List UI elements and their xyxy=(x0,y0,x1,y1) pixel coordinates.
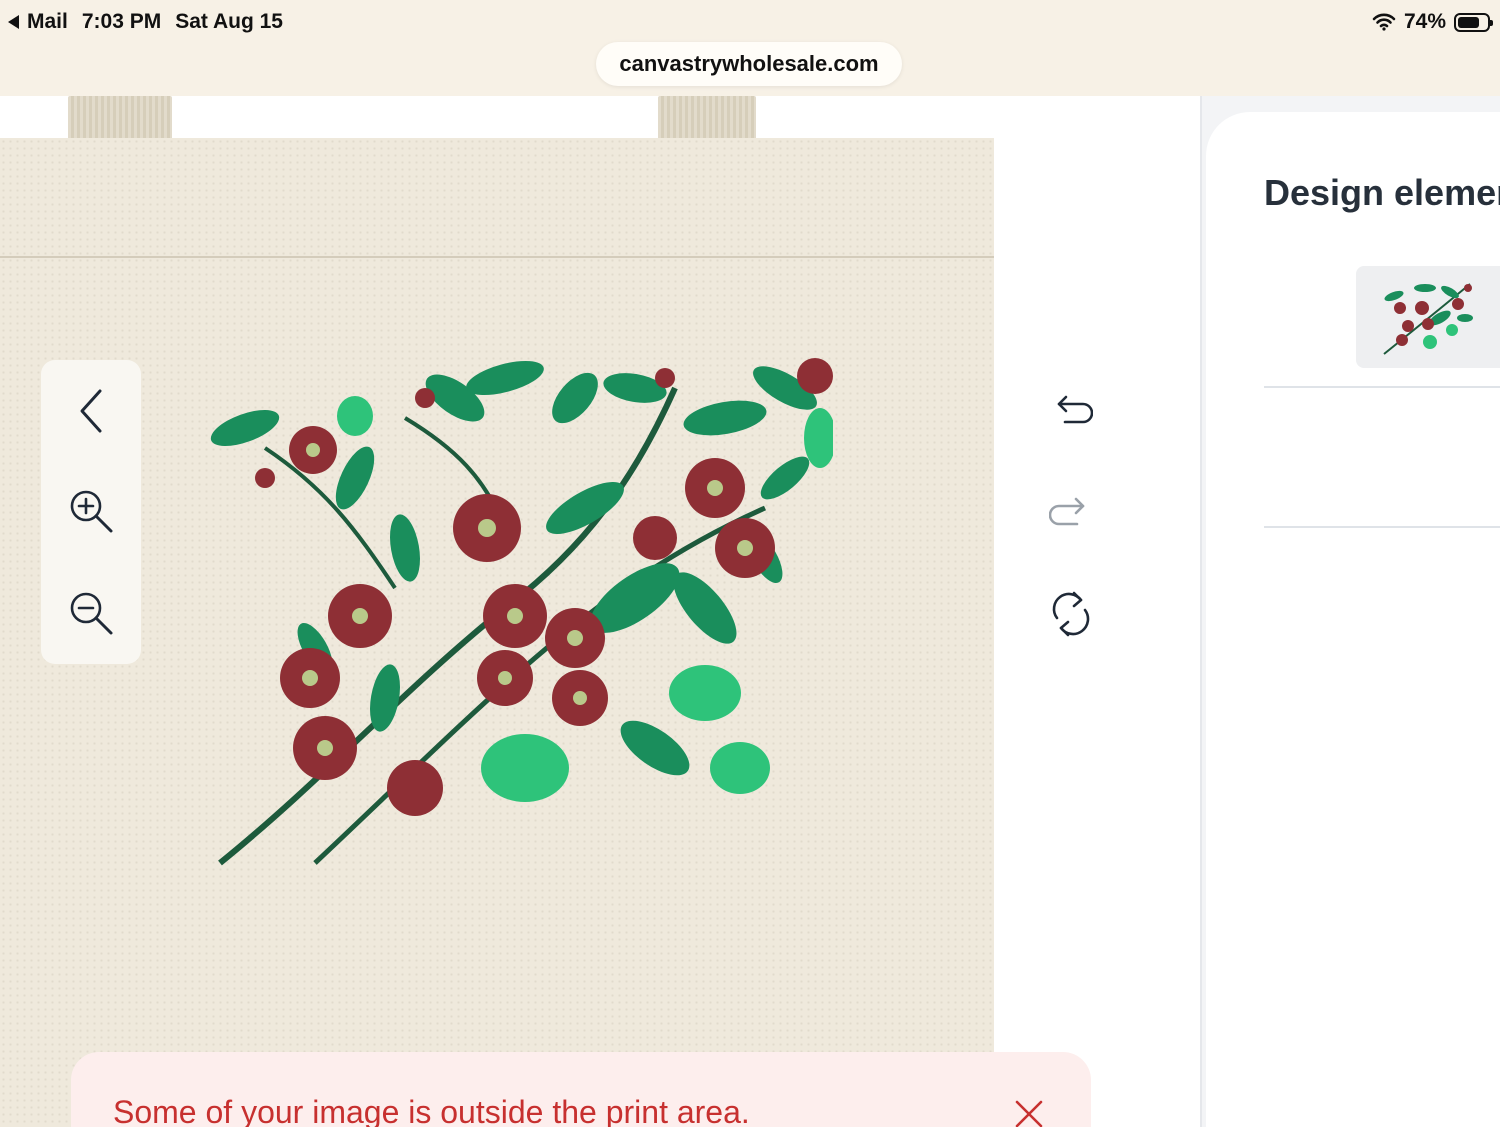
toast-message: Some of your image is outside the print … xyxy=(113,1094,750,1127)
toast-close-button[interactable] xyxy=(1011,1096,1047,1127)
flower-painting-image xyxy=(210,358,836,866)
bag-hem xyxy=(0,256,994,258)
panel-divider xyxy=(1264,526,1500,528)
zoom-in-icon xyxy=(70,490,113,533)
bag-handle-left xyxy=(68,96,172,140)
redo-button[interactable] xyxy=(1046,487,1096,537)
zoom-panel xyxy=(41,360,141,664)
wifi-icon xyxy=(1372,13,1396,31)
battery-percent: 74% xyxy=(1403,10,1446,33)
redo-icon xyxy=(1049,497,1085,526)
chevron-left-icon xyxy=(80,389,102,433)
status-left: Mail 7:03 PM Sat Aug 15 xyxy=(8,10,283,34)
panel-divider xyxy=(1264,386,1500,388)
back-to-app-icon[interactable] xyxy=(8,15,19,29)
status-date: Sat Aug 15 xyxy=(175,10,283,33)
undo-icon xyxy=(1057,395,1093,424)
back-button[interactable] xyxy=(66,386,116,436)
panel-title: Design elemen xyxy=(1264,172,1500,213)
top-bar: Mail 7:03 PM Sat Aug 15 74% canvastrywho… xyxy=(0,0,1500,96)
zoom-out-button[interactable] xyxy=(66,588,116,638)
design-elements-card: Design elemen xyxy=(1206,112,1500,1127)
back-app-label[interactable]: Mail xyxy=(27,10,68,34)
print-area-warning-toast: Some of your image is outside the print … xyxy=(71,1052,1091,1127)
battery-icon xyxy=(1454,12,1493,32)
status-time: 7:03 PM xyxy=(81,10,162,33)
url-text[interactable]: canvastrywholesale.com xyxy=(619,51,878,77)
rotate-button[interactable] xyxy=(1046,589,1096,639)
status-right: 74% xyxy=(1372,10,1493,34)
close-icon xyxy=(1015,1100,1043,1127)
zoom-out-icon xyxy=(70,592,113,635)
bag-handle-right xyxy=(658,96,756,140)
design-elements-panel: Design elemen xyxy=(1200,96,1500,1127)
design-artwork[interactable] xyxy=(205,358,836,866)
zoom-in-button[interactable] xyxy=(66,486,116,536)
undo-button[interactable] xyxy=(1046,385,1096,435)
flower-thumbnail-image xyxy=(1383,283,1473,355)
url-bar[interactable]: canvastrywholesale.com xyxy=(596,42,902,86)
design-element-thumbnail[interactable] xyxy=(1356,266,1500,368)
rotate-icon xyxy=(1052,591,1090,637)
